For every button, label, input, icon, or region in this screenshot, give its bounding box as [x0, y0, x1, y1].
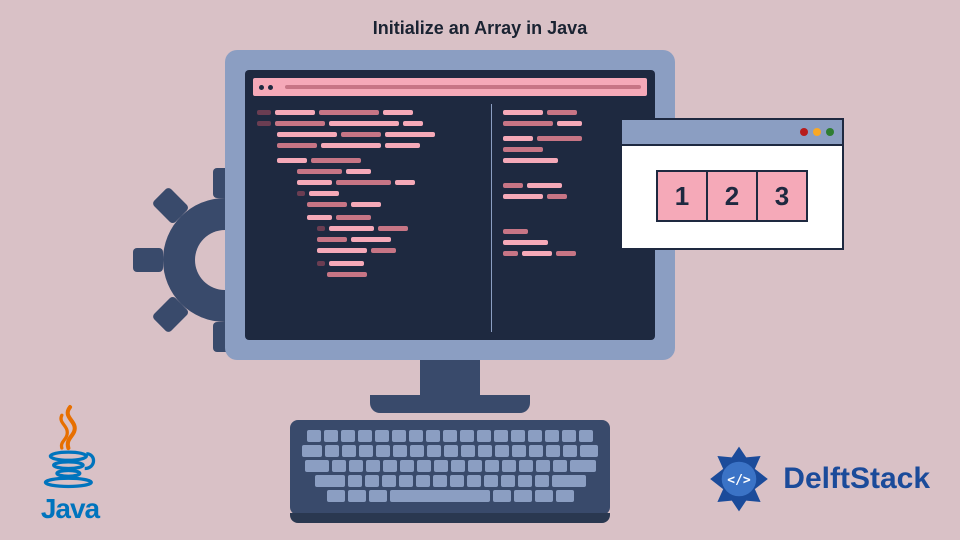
key — [390, 490, 490, 502]
key — [426, 430, 440, 442]
pane-divider — [491, 104, 492, 332]
key — [468, 460, 482, 472]
key — [546, 445, 560, 457]
monitor-base — [370, 395, 530, 413]
key — [393, 445, 407, 457]
key — [461, 445, 475, 457]
key — [460, 430, 474, 442]
key — [315, 475, 345, 487]
key — [467, 475, 481, 487]
key — [342, 445, 356, 457]
key — [553, 460, 567, 472]
key — [409, 430, 423, 442]
key — [375, 430, 389, 442]
java-logo: Java — [30, 403, 110, 525]
key — [450, 475, 464, 487]
java-text: Java — [41, 493, 99, 525]
key — [529, 445, 543, 457]
code-pane-left — [257, 110, 483, 283]
key — [305, 460, 329, 472]
key — [382, 475, 396, 487]
key — [562, 430, 576, 442]
screen — [245, 70, 655, 340]
key — [325, 445, 339, 457]
monitor-stand — [420, 358, 480, 398]
key — [570, 460, 596, 472]
keyboard-front — [290, 513, 610, 523]
keyboard — [290, 420, 610, 515]
key — [511, 430, 525, 442]
array-cell: 3 — [756, 170, 808, 222]
monitor — [225, 50, 675, 360]
key — [451, 460, 465, 472]
key — [369, 490, 387, 502]
key — [410, 445, 424, 457]
key — [427, 445, 441, 457]
key — [536, 460, 550, 472]
window-dot-red — [800, 128, 808, 136]
key — [512, 445, 526, 457]
key — [502, 460, 516, 472]
key — [580, 445, 598, 457]
code-pane-right — [503, 110, 634, 262]
key — [519, 460, 533, 472]
delftstack-text: DelftStack — [783, 462, 930, 496]
array-body: 1 2 3 — [622, 146, 842, 246]
key — [376, 445, 390, 457]
key — [348, 475, 362, 487]
key — [341, 430, 355, 442]
key — [399, 475, 413, 487]
key — [400, 460, 414, 472]
delftstack-logo: </> DelftStack — [703, 443, 930, 515]
key — [366, 460, 380, 472]
delftstack-icon: </> — [703, 443, 775, 515]
key — [434, 460, 448, 472]
key — [552, 475, 586, 487]
array-window-titlebar — [622, 120, 842, 146]
key — [349, 460, 363, 472]
key — [332, 460, 346, 472]
key — [501, 475, 515, 487]
key — [485, 460, 499, 472]
array-cell: 2 — [706, 170, 758, 222]
key — [348, 490, 366, 502]
key — [443, 430, 457, 442]
array-cell: 1 — [656, 170, 708, 222]
page-title: Initialize an Array in Java — [0, 18, 960, 39]
key — [307, 430, 321, 442]
java-icon — [30, 403, 110, 493]
key — [563, 445, 577, 457]
key — [495, 445, 509, 457]
key — [514, 490, 532, 502]
key — [359, 445, 373, 457]
key — [535, 490, 553, 502]
key — [535, 475, 549, 487]
key — [579, 430, 593, 442]
window-dot-yellow — [813, 128, 821, 136]
key — [444, 445, 458, 457]
key — [433, 475, 447, 487]
key — [528, 430, 542, 442]
key — [484, 475, 498, 487]
key — [392, 430, 406, 442]
key — [494, 430, 508, 442]
window-title-bar — [253, 78, 647, 96]
array-window: 1 2 3 — [620, 118, 844, 250]
key — [416, 475, 430, 487]
key — [327, 490, 345, 502]
key — [556, 490, 574, 502]
key — [358, 430, 372, 442]
key — [365, 475, 379, 487]
key — [383, 460, 397, 472]
window-dot-green — [826, 128, 834, 136]
key — [478, 445, 492, 457]
key — [417, 460, 431, 472]
key — [477, 430, 491, 442]
key — [518, 475, 532, 487]
svg-text:</>: </> — [728, 473, 752, 488]
key — [545, 430, 559, 442]
key — [324, 430, 338, 442]
key — [302, 445, 322, 457]
key — [493, 490, 511, 502]
